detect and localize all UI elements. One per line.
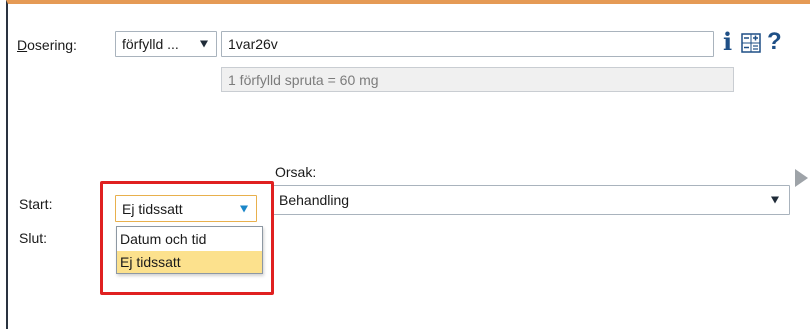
info-icon[interactable]: i <box>723 28 732 56</box>
reason-value: Behandling <box>279 192 350 208</box>
conversion-note-field: 1 förfylld spruta = 60 mg <box>221 67 734 92</box>
chevron-down-icon <box>200 40 208 48</box>
slut-label: Slut: <box>19 230 48 246</box>
chevron-down-icon <box>771 196 779 204</box>
dosering-label: Dosering: <box>17 37 77 53</box>
start-select[interactable]: Ej tidssatt <box>115 195 257 222</box>
start-label: Start: <box>19 196 53 212</box>
start-option-datum-och-tid[interactable]: Datum och tid <box>117 229 262 250</box>
orsak-label: Orsak: <box>275 164 317 180</box>
dosage-form-value: förfylld ... <box>122 36 179 52</box>
help-icon[interactable]: ? <box>767 28 782 56</box>
calculator-icon[interactable] <box>741 33 761 53</box>
dose-input-value: 1var26v <box>228 36 278 52</box>
start-value: Ej tidssatt <box>122 200 183 217</box>
dosage-form-select[interactable]: förfylld ... <box>115 31 217 57</box>
reason-select[interactable]: Behandling <box>273 185 790 215</box>
expand-arrow-icon[interactable] <box>795 169 808 187</box>
start-option-ej-tidssatt[interactable]: Ej tidssatt <box>117 251 262 273</box>
start-dropdown-list: Datum och tid Ej tidssatt <box>116 226 263 274</box>
dose-input[interactable]: 1var26v <box>221 31 714 57</box>
conversion-note-text: 1 förfylld spruta = 60 mg <box>228 72 379 88</box>
chevron-down-icon <box>240 205 248 212</box>
